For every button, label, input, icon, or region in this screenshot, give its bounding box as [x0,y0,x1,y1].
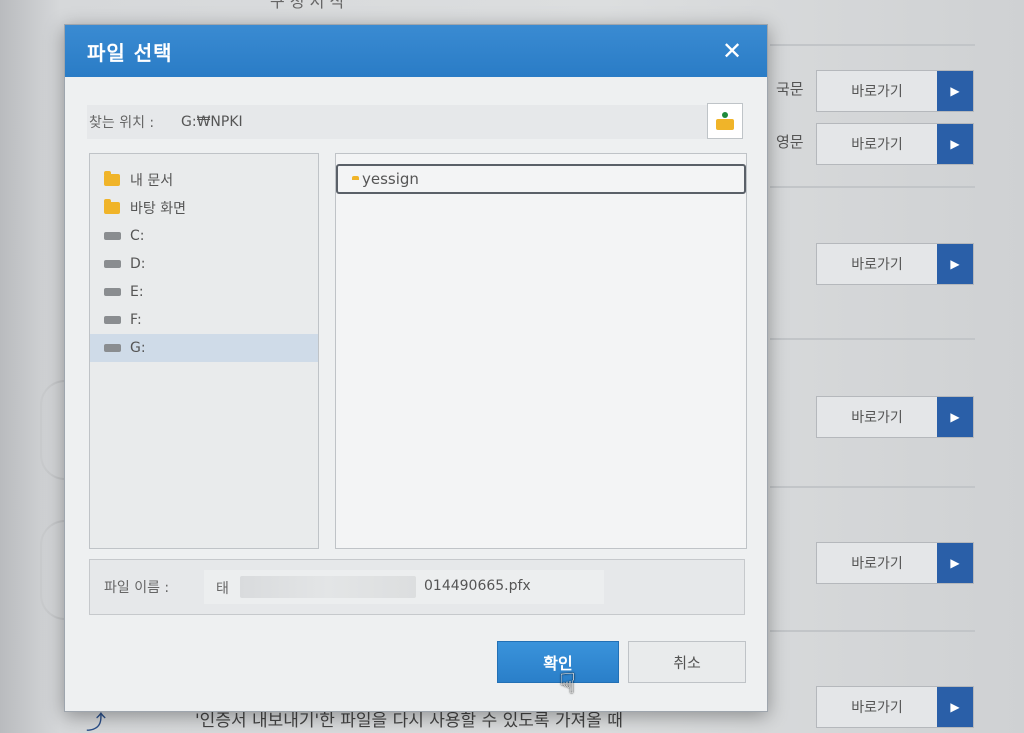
shortcut-button-6[interactable]: 바로가기 ▶ [816,686,974,728]
tree-item-label: D: [130,256,146,272]
filename-input[interactable]: 태 014490665.pfx [204,570,604,604]
shortcut-button-label: 바로가기 [851,257,903,273]
bg-label-kor: 국문 [776,80,804,98]
drive-icon [104,288,121,296]
arrow-right-icon: ▶ [937,397,973,437]
shortcut-button-4[interactable]: 바로가기 ▶ [816,396,974,438]
tree-item-label: G: [130,340,146,356]
shortcut-button-label: 바로가기 [851,700,903,716]
up-folder-icon [716,112,734,130]
tree-item-drive-c[interactable]: C: [90,222,318,250]
bg-divider [770,486,975,488]
folder-icon [104,199,120,214]
arrow-right-icon: ▶ [937,71,973,111]
shortcut-button-eng[interactable]: 바로가기 ▶ [816,123,974,165]
shortcut-button-label: 바로가기 [851,556,903,572]
tree-item-drive-g[interactable]: G: [90,334,318,362]
folder-tree: 내 문서 바탕 화면 C: D: E: F: G: [89,153,319,549]
tree-item-label: C: [130,228,145,244]
bg-divider [770,186,975,188]
drive-icon [104,344,121,352]
tree-item-label: E: [130,284,144,300]
drive-icon [104,260,121,268]
file-item-label: yessign [362,170,419,188]
tree-item-label: 바탕 화면 [130,201,186,217]
shortcut-button-kor[interactable]: 바로가기 ▶ [816,70,974,112]
location-label: 찾는 위치 : [89,115,155,131]
ok-button[interactable]: 확인 [497,641,619,683]
up-folder-button[interactable] [707,103,743,139]
arrow-right-icon: ▶ [937,687,973,727]
shortcut-button-label: 바로가기 [851,84,903,100]
shortcut-button-5[interactable]: 바로가기 ▶ [816,542,974,584]
arrow-right-icon: ▶ [937,244,973,284]
folder-icon [104,171,120,186]
close-icon[interactable]: ✕ [719,38,745,64]
tree-item-label: F: [130,312,142,328]
bg-divider [770,338,975,340]
filename-label: 파일 이름 : [104,580,170,596]
bg-divider [770,630,975,632]
filename-suffix: 014490665.pfx [424,578,531,594]
location-row: 찾는 위치 : G:₩NPKI [87,103,743,139]
file-select-dialog: 파일 선택 ✕ 찾는 위치 : G:₩NPKI 내 문서 바탕 화면 C: D: [64,24,768,712]
bg-top-text: 구 청 서 식 [270,0,345,11]
redacted-region [240,576,416,598]
tree-item-label: 내 문서 [130,173,174,189]
shortcut-button-3[interactable]: 바로가기 ▶ [816,243,974,285]
dialog-title: 파일 선택 [87,40,173,65]
location-value: G:₩NPKI [181,114,243,130]
tree-item-drive-e[interactable]: E: [90,278,318,306]
drive-icon [104,232,121,240]
arrow-right-icon: ▶ [937,543,973,583]
arrow-right-icon: ▶ [937,124,973,164]
tree-item-documents[interactable]: 내 문서 [90,166,318,194]
filename-prefix: 태 [216,581,229,597]
tree-item-desktop[interactable]: 바탕 화면 [90,194,318,222]
tree-item-drive-f[interactable]: F: [90,306,318,334]
bg-label-eng: 영문 [776,133,804,151]
bg-divider [770,44,975,46]
file-list: yessign [335,153,747,549]
drive-icon [104,316,121,324]
shortcut-button-label: 바로가기 [851,137,903,153]
filename-row: 파일 이름 : 태 014490665.pfx [89,559,745,615]
shortcut-button-label: 바로가기 [851,410,903,426]
tree-item-drive-d[interactable]: D: [90,250,318,278]
cancel-button[interactable]: 취소 [628,641,746,683]
dialog-titlebar: 파일 선택 ✕ [65,25,767,77]
file-item-yessign[interactable]: yessign [336,164,746,194]
hand-cursor-icon: ☟ [559,667,577,700]
